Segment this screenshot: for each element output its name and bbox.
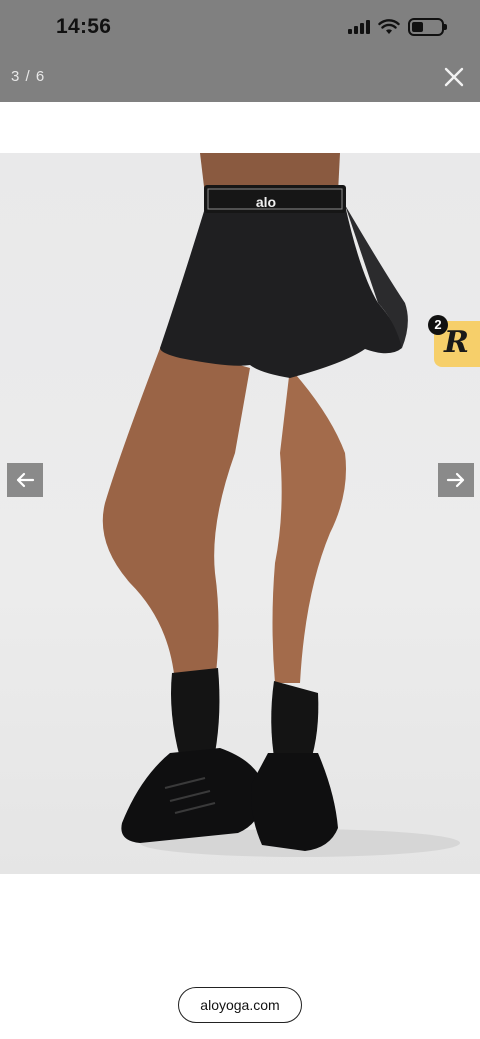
- arrow-left-icon: [16, 472, 35, 488]
- product-photo: alo: [0, 153, 480, 874]
- url-pill[interactable]: aloyoga.com: [178, 987, 302, 1023]
- battery-level: [412, 22, 424, 32]
- waistband-logo-text: alo: [256, 194, 276, 210]
- status-bar: 14:56: [0, 0, 480, 56]
- signal-icon: [348, 20, 370, 34]
- wifi-icon: [378, 19, 400, 34]
- badge-count: 2: [428, 315, 448, 335]
- image-counter: 3 / 6: [11, 68, 46, 85]
- previous-image-button[interactable]: [7, 463, 43, 497]
- product-photo-illustration: alo: [102, 153, 460, 857]
- close-icon[interactable]: [442, 65, 466, 89]
- next-image-button[interactable]: [438, 463, 474, 497]
- status-icons: [348, 18, 447, 36]
- battery-icon: [408, 18, 447, 36]
- badge-letter: R: [444, 325, 469, 360]
- arrow-right-icon: [446, 472, 465, 488]
- extension-badge[interactable]: R 2: [428, 315, 480, 367]
- status-time: 14:56: [56, 15, 112, 38]
